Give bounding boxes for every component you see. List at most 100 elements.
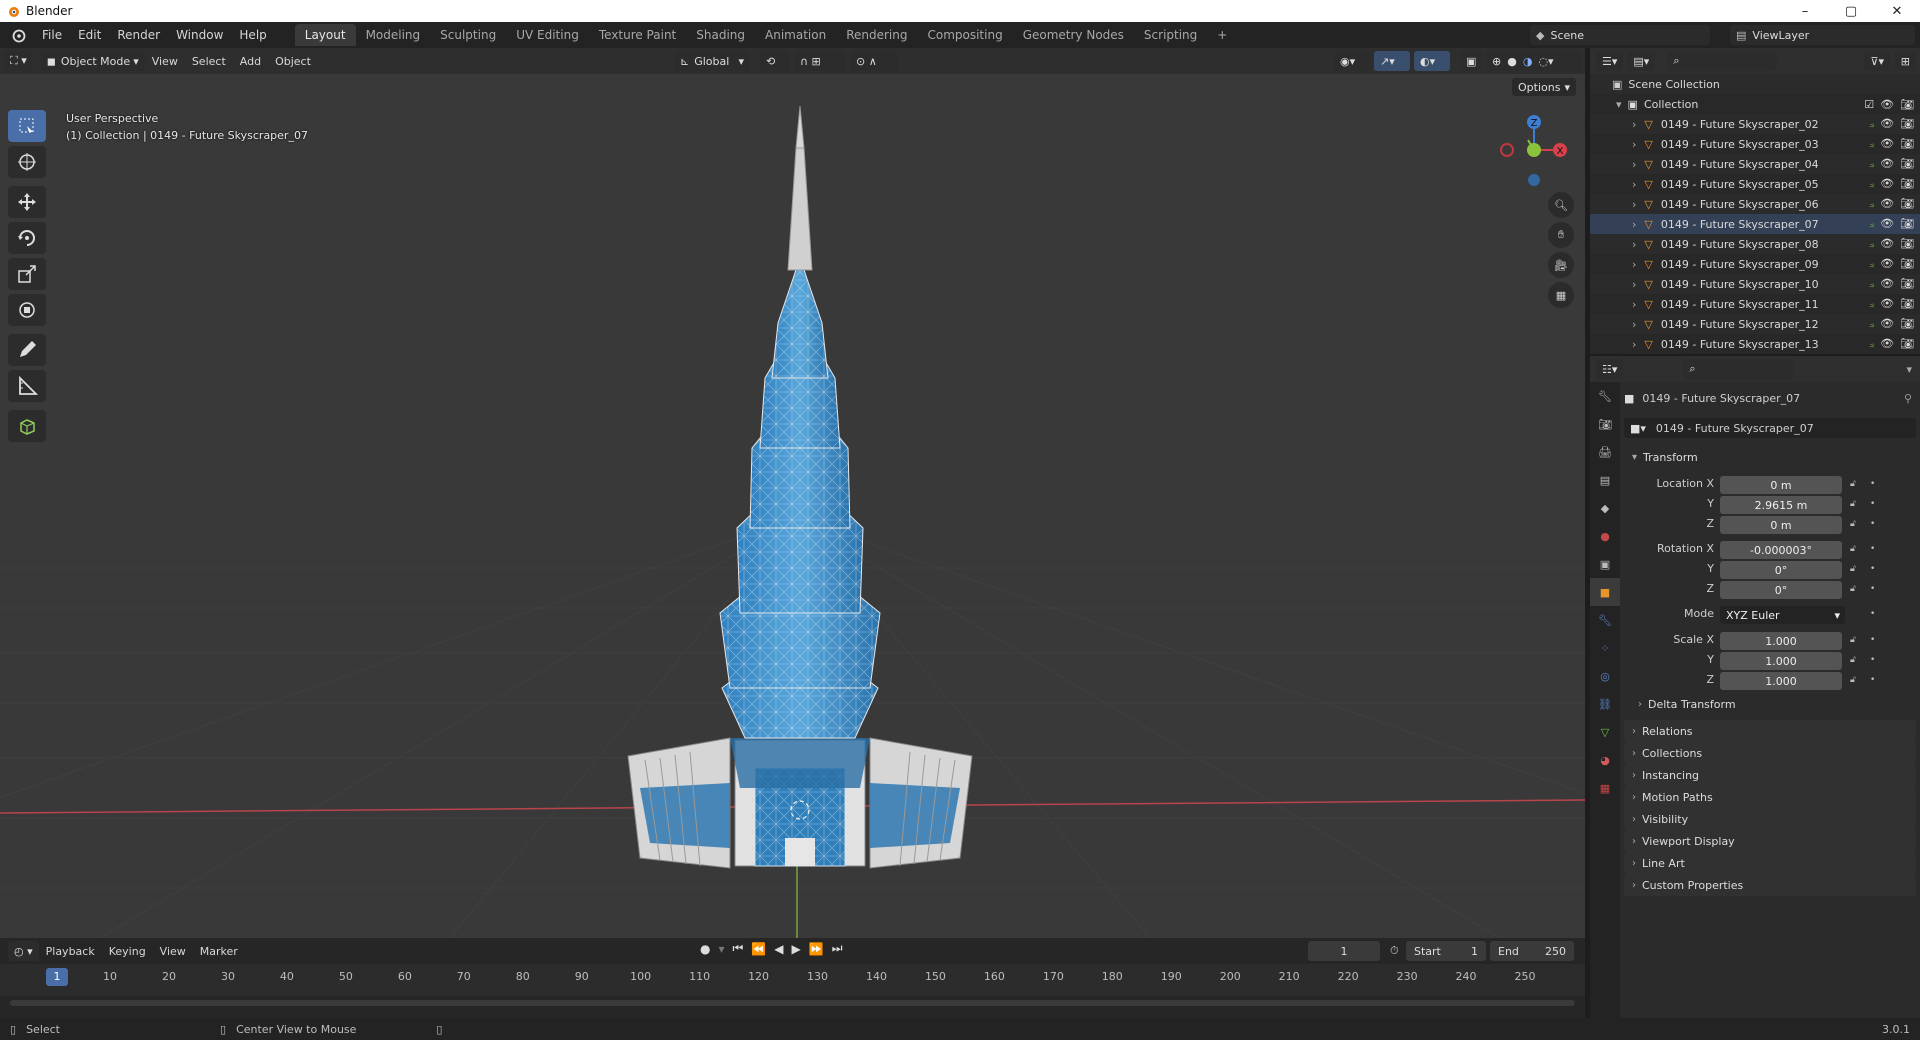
minimize-button[interactable]: –	[1782, 0, 1828, 22]
collapse-arrow-icon[interactable]: ▾	[1616, 98, 1622, 111]
menu-edit[interactable]: Edit	[70, 24, 109, 46]
mode-dropdown[interactable]: ◼ Object Mode ▾	[40, 51, 145, 71]
gizmo-toggle[interactable]: ↗▾	[1374, 51, 1410, 71]
keyframe-dot-icon[interactable]: •	[1870, 519, 1875, 529]
tab-data[interactable]: ▽	[1590, 718, 1620, 746]
lock-icon[interactable]: 🔓︎	[1850, 544, 1856, 554]
view-layer-selector[interactable]: ▤ ViewLayer	[1730, 25, 1915, 45]
prev-keyframe-button[interactable]: ⏪	[751, 942, 766, 956]
keyframe-dot-icon[interactable]: •	[1870, 609, 1875, 619]
solid-shading-icon[interactable]: ●	[1507, 55, 1517, 68]
rotation-mode-dropdown[interactable]: XYZ Euler ▾	[1720, 606, 1845, 624]
outliner-object-row[interactable]: › ▽ 0149 - Future Skyscraper_05 ⟓ 👁︎ 📷︎	[1590, 174, 1920, 194]
panel-visibility[interactable]: › Visibility	[1624, 808, 1916, 830]
outliner-object-row[interactable]: › ▽ 0149 - Future Skyscraper_02 ⟓ 👁︎ 📷︎	[1590, 114, 1920, 134]
properties-search[interactable]: ⌕	[1683, 359, 1794, 379]
rotate-tool[interactable]	[8, 222, 46, 254]
outliner-object-row[interactable]: › ▽ 0149 - Future Skyscraper_03 ⟓ 👁︎ 📷︎	[1590, 134, 1920, 154]
timeline-editor-type[interactable]: ◴ ▾	[8, 941, 39, 961]
tab-geometry-nodes[interactable]: Geometry Nodes	[1013, 24, 1134, 46]
outliner-object-row[interactable]: › ▽ 0149 - Future Skyscraper_04 ⟓ 👁︎ 📷︎	[1590, 154, 1920, 174]
end-frame-field[interactable]: End 250	[1490, 941, 1574, 961]
keyframe-dot-icon[interactable]: •	[1870, 655, 1875, 665]
rotation-x-field[interactable]: -0.000003°	[1720, 541, 1842, 559]
menu-window[interactable]: Window	[168, 24, 231, 46]
scene-selector[interactable]: ◆ Scene	[1530, 25, 1710, 45]
camera-render-icon[interactable]: 📷︎	[1900, 157, 1914, 171]
tl-menu-keying[interactable]: Keying	[102, 945, 153, 958]
timeline-ruler[interactable]: 1 11020304050607080901001101201301401501…	[0, 964, 1585, 996]
panel-instancing[interactable]: › Instancing	[1624, 764, 1916, 786]
measure-tool[interactable]	[8, 370, 46, 402]
zoom-button[interactable]: 🔍︎	[1548, 192, 1574, 218]
outliner-object-row[interactable]: › ▽ 0149 - Future Skyscraper_13 ⟓ 👁︎ 📷︎	[1590, 334, 1920, 354]
filter-button[interactable]: ⊽▾	[1864, 51, 1890, 71]
eye-icon[interactable]: 👁︎	[1880, 177, 1894, 191]
expand-arrow-icon[interactable]: ›	[1632, 338, 1636, 351]
panel-relations[interactable]: › Relations	[1624, 720, 1916, 742]
scale-y-field[interactable]: 1.000	[1720, 652, 1842, 670]
expand-arrow-icon[interactable]: ›	[1632, 298, 1636, 311]
eye-icon[interactable]: 👁︎	[1880, 297, 1894, 311]
tab-rendering[interactable]: Rendering	[836, 24, 917, 46]
expand-arrow-icon[interactable]: ›	[1632, 178, 1636, 191]
chevron-down-icon[interactable]: ▾	[1906, 363, 1912, 376]
next-keyframe-button[interactable]: ⏩	[809, 942, 824, 956]
eye-icon[interactable]: 👁︎	[1880, 277, 1894, 291]
delta-transform-header[interactable]: › Delta Transform	[1638, 698, 1736, 711]
outliner-object-row[interactable]: › ▽ 0149 - Future Skyscraper_08 ⟓ 👁︎ 📷︎	[1590, 234, 1920, 254]
tab-texture-paint[interactable]: Texture Paint	[589, 24, 686, 46]
blender-menu-icon[interactable]	[10, 27, 26, 43]
tab-animation[interactable]: Animation	[755, 24, 836, 46]
camera-render-icon[interactable]: 📷︎	[1900, 297, 1914, 311]
datablock-field[interactable]: ■▾ 0149 - Future Skyscraper_07	[1624, 418, 1916, 438]
camera-render-icon[interactable]: 📷︎	[1900, 217, 1914, 231]
vp-menu-select[interactable]: Select	[185, 55, 233, 68]
current-frame-field[interactable]: 1	[1308, 941, 1380, 961]
menu-render[interactable]: Render	[109, 24, 168, 46]
editor-type-button[interactable]: ⛶ ▾	[4, 51, 33, 71]
expand-arrow-icon[interactable]: ›	[1632, 198, 1636, 211]
eye-icon[interactable]: 👁︎	[1880, 237, 1894, 251]
panel-custom-properties[interactable]: › Custom Properties	[1624, 874, 1916, 896]
eye-icon[interactable]: 👁︎	[1880, 217, 1894, 231]
panel-motion-paths[interactable]: › Motion Paths	[1624, 786, 1916, 808]
stopwatch-icon[interactable]: ⏱	[1390, 944, 1399, 958]
outliner-editor-type[interactable]: ☰▾	[1596, 51, 1624, 71]
tab-constraints[interactable]: ⛓︎	[1590, 690, 1620, 718]
panel-viewport-display[interactable]: › Viewport Display	[1624, 830, 1916, 852]
keyframe-dot-icon[interactable]: •	[1870, 544, 1875, 554]
options-dropdown[interactable]: Options ▾	[1512, 78, 1576, 96]
play-reverse-button[interactable]: ◀	[774, 942, 783, 956]
panel-line-art[interactable]: › Line Art	[1624, 852, 1916, 874]
camera-render-icon[interactable]: 📷︎	[1900, 237, 1914, 251]
eye-icon[interactable]: 👁︎	[1880, 257, 1894, 271]
3d-viewport[interactable]: ⛶ ▾ ◼ Object Mode ▾ View Select Add Obje…	[0, 48, 1585, 938]
keyframe-dot-icon[interactable]: •	[1870, 479, 1875, 489]
location-y-field[interactable]: 2.9615 m	[1720, 496, 1842, 514]
keyframe-dot-icon[interactable]: •	[1870, 499, 1875, 509]
keyframe-dot-icon[interactable]: •	[1870, 635, 1875, 645]
eye-icon[interactable]: 👁︎	[1880, 337, 1894, 351]
tab-output[interactable]: 🖨︎	[1590, 438, 1620, 466]
tab-texture[interactable]: ▦	[1590, 774, 1620, 802]
add-cube-tool[interactable]	[8, 410, 46, 442]
eye-icon[interactable]: 👁︎	[1880, 137, 1894, 151]
vp-menu-add[interactable]: Add	[233, 55, 268, 68]
close-window-button[interactable]: ✕	[1874, 0, 1920, 22]
camera-render-icon[interactable]: 📷︎	[1900, 197, 1914, 211]
tree-row-collection[interactable]: ▾ ▣ Collection ☑ 👁︎ 📷︎	[1590, 94, 1920, 114]
vp-menu-view[interactable]: View	[145, 55, 185, 68]
navigation-gizmo[interactable]: Z X	[1488, 108, 1568, 198]
lock-icon[interactable]: 🔓︎	[1850, 499, 1856, 509]
add-workspace-button[interactable]: +	[1207, 24, 1237, 46]
lock-icon[interactable]: 🔓︎	[1850, 564, 1856, 574]
menu-file[interactable]: File	[34, 24, 70, 46]
maximize-button[interactable]: ▢	[1828, 0, 1874, 22]
jump-end-button[interactable]: ⏭	[832, 941, 843, 956]
tab-scripting[interactable]: Scripting	[1134, 24, 1207, 46]
location-z-field[interactable]: 0 m	[1720, 516, 1842, 534]
camera-render-icon[interactable]: 📷︎	[1900, 177, 1914, 191]
outliner-object-row[interactable]: › ▽ 0149 - Future Skyscraper_10 ⟓ 👁︎ 📷︎	[1590, 274, 1920, 294]
keyframe-dot-icon[interactable]: •	[1870, 564, 1875, 574]
